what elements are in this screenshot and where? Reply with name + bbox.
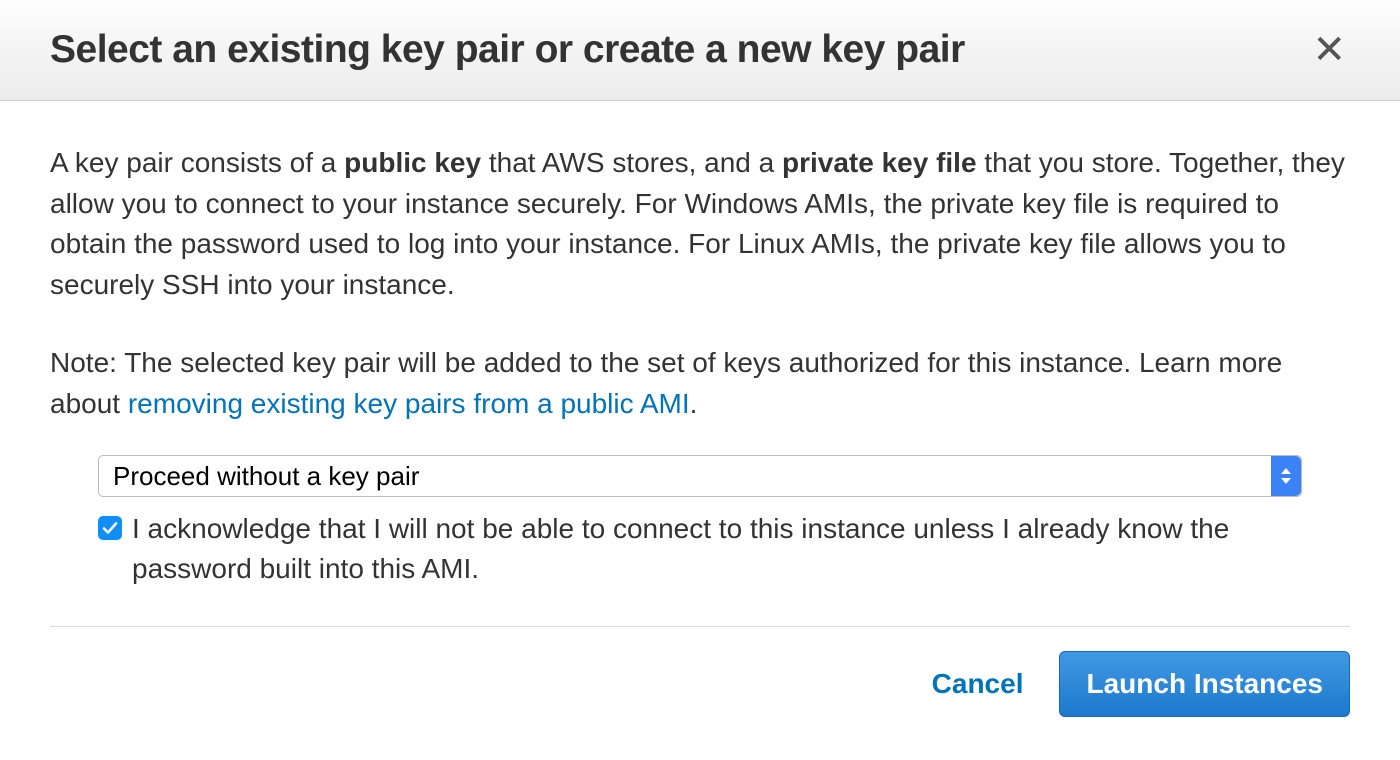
launch-instances-button[interactable]: Launch Instances [1059,651,1350,717]
desc-text-1: A key pair consists of a [50,147,344,178]
form-area: Proceed without a key pair I acknowledge… [50,455,1350,616]
remove-key-pairs-link[interactable]: removing existing key pairs from a publi… [128,388,690,419]
modal-title: Select an existing key pair or create a … [50,28,965,72]
key-pair-modal: Select an existing key pair or create a … [0,0,1400,741]
checkmark-icon [102,520,118,536]
desc-bold-public-key: public key [344,147,481,178]
modal-footer: Cancel Launch Instances [0,627,1400,741]
acknowledge-label: I acknowledge that I will not be able to… [132,509,1302,590]
modal-body: A key pair consists of a public key that… [0,101,1400,626]
modal-header: Select an existing key pair or create a … [0,0,1400,101]
close-icon[interactable]: ✕ [1308,30,1350,70]
acknowledge-row: I acknowledge that I will not be able to… [98,509,1302,590]
note-text-2: . [690,388,698,419]
key-pair-select[interactable]: Proceed without a key pair [98,455,1302,497]
key-pair-note: Note: The selected key pair will be adde… [50,343,1350,424]
key-pair-description: A key pair consists of a public key that… [50,143,1350,305]
key-pair-select-wrapper: Proceed without a key pair [98,455,1302,497]
desc-bold-private-key: private key file [782,147,977,178]
acknowledge-checkbox[interactable] [98,516,122,540]
cancel-button[interactable]: Cancel [932,668,1024,700]
desc-text-2: that AWS stores, and a [481,147,782,178]
